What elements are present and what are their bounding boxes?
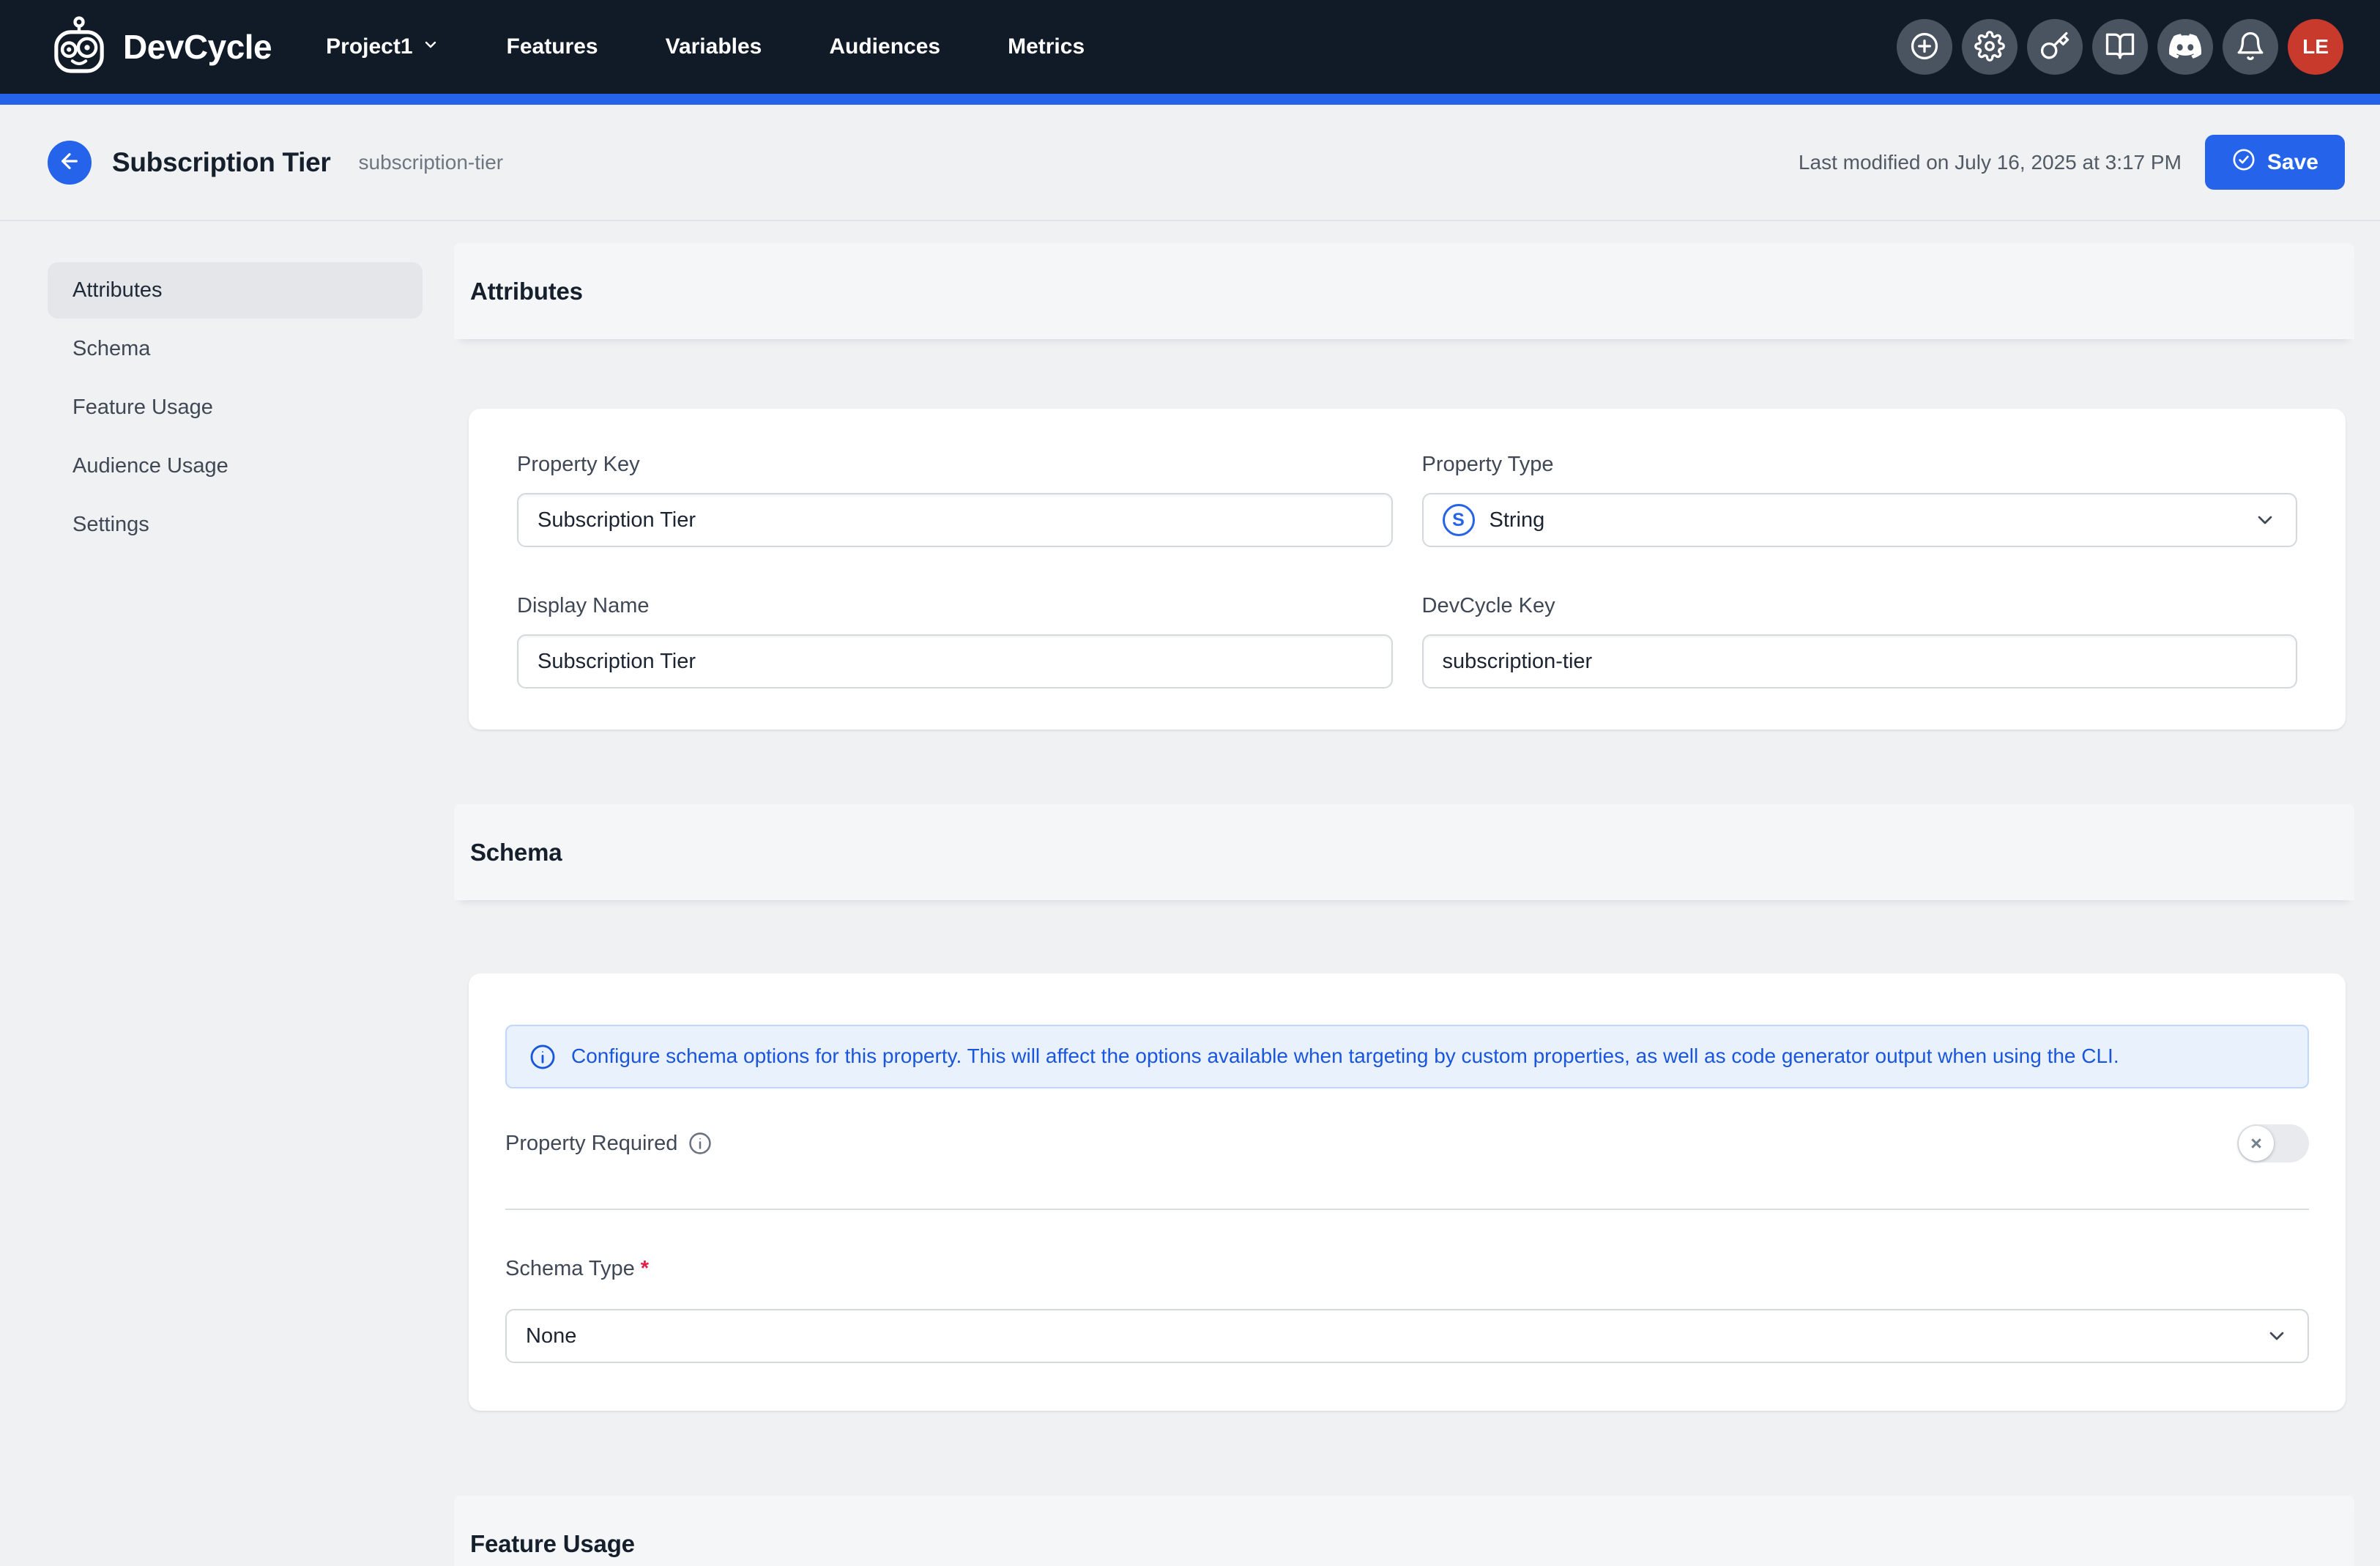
info-circle-icon [688,1131,713,1156]
devcycle-key-input[interactable] [1422,634,2298,689]
documentation-button[interactable] [2092,19,2148,75]
nav-item-features[interactable]: Features [507,34,598,59]
brand-logo[interactable]: DevCycle [47,15,272,79]
property-key-label: Property Key [517,453,1393,477]
chevron-down-icon [2253,508,2277,532]
schema-type-select[interactable]: None [505,1309,2309,1363]
sidebar-item-settings[interactable]: Settings [48,497,423,553]
info-icon [529,1043,557,1071]
schema-heading: Schema [470,839,562,867]
page-title: Subscription Tier [112,147,331,178]
book-open-icon [2105,31,2135,64]
api-keys-button[interactable] [2027,19,2083,75]
schema-type-label: Schema Type [505,1257,635,1281]
bell-icon [2235,31,2266,64]
schema-section-header: Schema [454,804,2354,900]
schema-type-label-group: Schema Type * [505,1257,2309,1281]
devcycle-key-field-group: DevCycle Key [1422,594,2298,689]
nav-item-audiences[interactable]: Audiences [829,34,940,59]
attributes-card: Property Key Property Type S String [469,409,2346,730]
last-modified-text: Last modified on July 16, 2025 at 3:17 P… [1799,151,2182,174]
section-sidebar: Attributes Schema Feature Usage Audience… [48,262,423,1566]
display-name-label: Display Name [517,594,1393,618]
display-name-field-group: Display Name [517,594,1393,689]
attributes-section-header: Attributes [454,243,2354,339]
string-type-icon: S [1443,504,1475,536]
discord-icon [2169,30,2201,64]
back-button[interactable] [48,141,92,185]
plus-circle-icon [1909,31,1940,64]
primary-nav: Project1 Features Variables Audiences Me… [326,34,1085,59]
sidebar-item-feature-usage[interactable]: Feature Usage [48,379,423,436]
page-content: Attributes Schema Feature Usage Audience… [0,221,2380,1566]
sidebar-item-audience-usage[interactable]: Audience Usage [48,438,423,494]
notifications-button[interactable] [2223,19,2278,75]
sidebar-item-attributes[interactable]: Attributes [48,262,423,319]
schema-info-banner: Configure schema options for this proper… [505,1025,2309,1088]
nav-item-variables[interactable]: Variables [666,34,762,59]
devcycle-app: DevCycle Project1 Features Variables Aud… [0,0,2380,1566]
save-button[interactable]: Save [2205,135,2345,190]
property-required-row: Property Required × [505,1124,2309,1162]
display-name-input[interactable] [517,634,1393,689]
main-panel: Attributes Property Key Property Type S … [454,243,2354,1566]
devcycle-key-label: DevCycle Key [1422,594,2298,618]
brand-wordmark: DevCycle [123,27,272,67]
schema-section: Schema Configure schema options for this… [454,804,2354,1411]
required-asterisk: * [641,1257,649,1281]
property-key-input[interactable] [517,493,1393,547]
property-type-value: String [1490,508,1545,532]
settings-button[interactable] [1962,19,2018,75]
attributes-section: Attributes Property Key Property Type S … [454,243,2354,730]
nav-project-label: Project1 [326,34,412,59]
schema-card-divider [505,1209,2309,1210]
nav-utility-icons: LE [1897,19,2343,75]
create-new-button[interactable] [1897,19,1952,75]
arrow-left-icon [58,149,81,175]
property-type-field-group: Property Type S String [1422,453,2298,547]
toggle-off-x-glyph: × [2250,1132,2262,1155]
accent-bar [0,94,2380,105]
property-required-toggle[interactable]: × [2237,1124,2309,1162]
property-key-text: subscription-tier [359,151,504,174]
nav-project-dropdown[interactable]: Project1 [326,34,439,59]
property-type-label: Property Type [1422,453,2298,477]
schema-type-value: None [526,1324,576,1348]
attributes-heading: Attributes [470,278,583,305]
schema-banner-text: Configure schema options for this proper… [571,1043,2119,1069]
sidebar-item-schema[interactable]: Schema [48,321,423,377]
property-key-field-group: Property Key [517,453,1393,547]
top-nav: DevCycle Project1 Features Variables Aud… [0,0,2380,94]
property-required-label-group: Property Required [505,1131,713,1156]
devcycle-robot-icon [47,15,111,79]
feature-usage-section: Feature Usage [454,1496,2354,1566]
chevron-down-icon [422,34,439,59]
chevron-down-icon [2265,1324,2288,1348]
page-header: Subscription Tier subscription-tier Last… [0,105,2380,220]
discord-button[interactable] [2157,19,2213,75]
feature-usage-section-header: Feature Usage [454,1496,2354,1566]
schema-card: Configure schema options for this proper… [469,973,2346,1411]
avatar-initials: LE [2302,35,2329,59]
toggle-knob: × [2239,1126,2274,1161]
property-type-select[interactable]: S String [1422,493,2298,547]
user-avatar[interactable]: LE [2288,19,2343,75]
save-button-label: Save [2267,150,2318,175]
nav-item-metrics[interactable]: Metrics [1008,34,1085,59]
gear-icon [1974,31,2005,64]
check-circle-icon [2231,147,2256,178]
key-icon [2039,31,2070,64]
property-required-label: Property Required [505,1132,677,1156]
feature-usage-heading: Feature Usage [470,1530,635,1558]
